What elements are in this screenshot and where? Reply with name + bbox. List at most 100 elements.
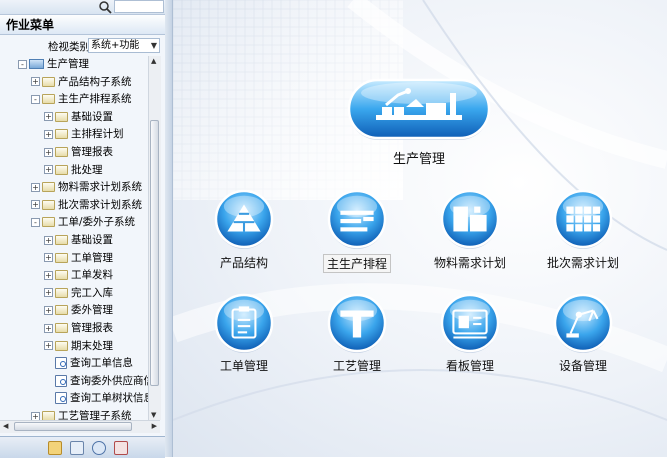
tree-node-label: 期末处理 (71, 339, 113, 352)
folder-icon (55, 111, 68, 122)
tree-node[interactable]: - 生产管理 (18, 56, 89, 73)
process-button[interactable] (326, 292, 388, 354)
master-schedule-label[interactable]: 主生产排程 (322, 254, 392, 273)
expand-icon[interactable]: + (44, 305, 53, 315)
equipment-button[interactable] (552, 292, 614, 354)
expand-icon[interactable]: + (31, 77, 40, 87)
production-hero-label[interactable]: 生产管理 (393, 148, 445, 167)
master-schedule-button[interactable] (326, 188, 388, 250)
expand-icon[interactable]: + (44, 165, 53, 175)
settings-icon[interactable] (114, 441, 128, 455)
collapse-icon[interactable]: - (31, 94, 40, 104)
query-icon (55, 357, 67, 370)
expand-icon[interactable]: + (44, 288, 53, 298)
kanban-label[interactable]: 看板管理 (446, 357, 494, 374)
tree-node[interactable]: + 基础设置 (44, 232, 113, 249)
expand-icon[interactable]: + (44, 235, 53, 245)
kanban-button[interactable] (439, 292, 501, 354)
folder-icon (42, 217, 55, 228)
expand-icon[interactable]: + (31, 200, 40, 210)
product-structure-label[interactable]: 产品结构 (220, 254, 268, 271)
work-order-button[interactable] (213, 292, 275, 354)
expand-icon[interactable]: + (44, 253, 53, 263)
category-value: 系统+功能 (91, 40, 140, 51)
folder-icon (42, 199, 55, 210)
tree-node-label: 批处理 (71, 163, 103, 176)
horizontal-scroll-thumb[interactable] (14, 422, 132, 431)
tree-node-label: 工单/委外子系统 (58, 216, 136, 229)
tree-node-label: 基础设置 (71, 234, 113, 246)
tree-node[interactable]: 查询委外供应商信 (44, 373, 148, 390)
material-requirement-label[interactable]: 物料需求计划 (434, 254, 506, 271)
expand-icon[interactable]: + (44, 270, 53, 280)
tree-node[interactable]: - 主生产排程系统 (31, 91, 132, 108)
process-label[interactable]: 工艺管理 (333, 357, 381, 374)
expand-icon[interactable]: + (44, 147, 53, 157)
tree-node[interactable]: + 工艺管理子系统 (31, 408, 132, 420)
expand-icon[interactable]: + (31, 411, 40, 420)
tree-node[interactable]: + 期末处理 (44, 338, 113, 355)
tree-view-icon[interactable] (48, 441, 62, 455)
tree-node[interactable]: + 工单管理 (44, 250, 113, 267)
tree-node[interactable]: + 批处理 (44, 162, 103, 179)
search-box[interactable] (114, 0, 164, 13)
tree-node-label: 主生产排程系统 (58, 93, 132, 106)
batch-requirement-button[interactable] (552, 188, 614, 250)
panel-splitter[interactable] (165, 0, 173, 457)
category-row: 检视类别 系统+功能 ▼ (0, 36, 165, 54)
scroll-left-icon[interactable]: ◀ (3, 422, 8, 430)
expand-icon[interactable]: + (44, 341, 53, 351)
vertical-scrollbar[interactable]: ▲ ▼ (148, 56, 161, 420)
scroll-right-icon[interactable]: ▶ (152, 422, 157, 430)
search-icon[interactable] (98, 0, 112, 14)
panel-title: 作业菜单 (0, 15, 165, 35)
tree-node[interactable]: + 工单发料 (44, 267, 113, 284)
collapse-icon[interactable]: - (31, 217, 40, 227)
tree-node[interactable]: + 物料需求计划系统 (31, 179, 142, 196)
category-select[interactable]: 系统+功能 ▼ (88, 38, 160, 53)
module-icon[interactable] (92, 441, 106, 455)
folder-icon (55, 323, 68, 333)
tree-node[interactable]: + 委外管理 (44, 302, 113, 319)
folder-icon (55, 305, 68, 316)
tree-node-label: 查询委外供应商信 (70, 374, 148, 387)
tree-node[interactable]: 查询工单树状信息 (44, 390, 148, 407)
scroll-up-icon[interactable]: ▲ (151, 57, 156, 65)
tree-node-label: 物料需求计划系统 (58, 181, 142, 194)
equipment-label[interactable]: 设备管理 (559, 357, 607, 374)
product-structure-button[interactable] (213, 188, 275, 250)
tree-node-label: 管理报表 (71, 146, 113, 158)
tree-node-label: 完工入库 (71, 286, 113, 299)
vertical-scroll-thumb[interactable] (150, 120, 159, 386)
expand-icon[interactable]: + (31, 182, 40, 192)
production-hero-button[interactable] (346, 77, 492, 143)
tree-node-label: 查询工单信息 (70, 357, 133, 370)
edit-icon[interactable] (70, 441, 84, 455)
collapse-icon[interactable]: - (18, 59, 27, 69)
folder-icon (55, 147, 68, 157)
batch-requirement-label[interactable]: 批次需求计划 (547, 254, 619, 271)
tree-node[interactable]: + 主排程计划 (44, 126, 124, 143)
horizontal-scrollbar[interactable]: ◀ ▶ (0, 420, 160, 433)
tree-node-label: 生产管理 (47, 58, 89, 70)
tree-node[interactable]: - 工单/委外子系统 (31, 214, 135, 231)
expand-icon[interactable]: + (44, 129, 53, 139)
tree-node[interactable]: + 产品结构子系统 (31, 74, 132, 91)
folder-icon (55, 235, 68, 245)
scroll-down-icon[interactable]: ▼ (151, 411, 156, 419)
folder-icon (42, 411, 55, 420)
material-requirement-button[interactable] (439, 188, 501, 250)
tree-node[interactable]: + 完工入库 (44, 285, 113, 302)
menu-tree: - 生产管理 + 产品结构子系统 - 主生产排程系统 + 基础设置 + 主排程计划 + 管理报表 + 批处… (0, 56, 148, 420)
tree-node[interactable]: + 管理报表 (44, 144, 113, 161)
tree-node[interactable]: + 基础设置 (44, 109, 113, 126)
tree-node[interactable]: + 管理报表 (44, 320, 113, 337)
folder-icon (55, 340, 68, 351)
tree-node[interactable]: 查询工单信息 (44, 355, 133, 372)
tree-node[interactable]: + 批次需求计划系统 (31, 197, 142, 214)
chevron-down-icon: ▼ (150, 41, 157, 50)
work-order-label[interactable]: 工单管理 (220, 357, 268, 374)
expand-icon[interactable]: + (44, 112, 53, 122)
folder-icon (42, 182, 55, 193)
expand-icon[interactable]: + (44, 323, 53, 333)
